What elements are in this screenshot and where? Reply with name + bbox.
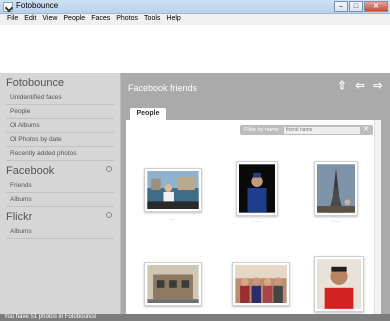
arrow-right-icon[interactable]: ⇨: [370, 80, 386, 92]
menu-people[interactable]: People: [60, 14, 88, 25]
app-icon: [3, 2, 13, 12]
sidebar-item-flickr-albums[interactable]: Albums: [6, 225, 114, 239]
menu-help[interactable]: Help: [163, 14, 183, 25]
app-window: Fotobounce – □ ✕ File Edit View People F…: [0, 0, 390, 321]
sidebar-item-albums[interactable]: Ol Albums: [6, 119, 114, 133]
sidebar-item-facebook-friends[interactable]: Friends: [6, 179, 114, 193]
sidebar-heading-facebook-label: Facebook: [6, 165, 55, 177]
photo-image: [317, 164, 355, 213]
sidebar-item-facebook-albums[interactable]: Albums: [6, 193, 114, 207]
arrow-left-icon[interactable]: ⇦: [352, 80, 368, 92]
sidebar-heading-flickr-label: Flickr: [6, 211, 33, 223]
menu-view[interactable]: View: [39, 14, 60, 25]
clear-icon[interactable]: ✕: [362, 126, 370, 134]
sync-icon[interactable]: [106, 166, 112, 172]
main-panel: Facebook friends ⇧ ⇦ ⇨ People Filter by …: [121, 73, 390, 314]
sidebar-item-people[interactable]: People: [6, 105, 114, 119]
photo-caption: -- ----: [331, 218, 341, 223]
menu-file[interactable]: File: [4, 14, 21, 25]
minimize-button[interactable]: –: [334, 1, 348, 12]
photo-caption: -- -- --: [251, 218, 263, 223]
sidebar-heading-fotobounce: Fotobounce: [6, 77, 65, 89]
page-title: Facebook friends: [128, 83, 198, 93]
status-bar: You have 51 photos in Fotobounce: [0, 314, 390, 321]
menu-faces[interactable]: Faces: [88, 14, 113, 25]
tab-people[interactable]: People: [130, 108, 166, 120]
title-bar: Fotobounce – □ ✕: [0, 0, 390, 14]
sidebar-heading-flickr: Flickr: [0, 207, 120, 225]
filter-label: Filter by name: [244, 127, 279, 133]
upload-icon[interactable]: ⇧: [334, 80, 350, 92]
sidebar-item-recently-added[interactable]: Recently added photos: [6, 147, 114, 161]
photo-image: [317, 259, 361, 309]
photo-thumbnail[interactable]: [236, 161, 278, 216]
menu-tools[interactable]: Tools: [141, 14, 163, 25]
photo-caption: -- -: [170, 216, 176, 221]
close-button[interactable]: ✕: [364, 1, 388, 12]
sidebar-heading-facebook: Facebook: [0, 161, 120, 179]
photo-image: [235, 265, 287, 303]
photo-grid: Filter by name ✕ -- -: [126, 120, 381, 314]
photo-thumbnail[interactable]: [232, 262, 290, 306]
sidebar-item-unidentified-faces[interactable]: Unidentified faces: [6, 91, 114, 105]
photo-thumbnail[interactable]: [144, 168, 202, 212]
photo-image: [239, 164, 275, 213]
maximize-button[interactable]: □: [349, 1, 363, 12]
photo-image: [147, 171, 199, 209]
menu-photos[interactable]: Photos: [113, 14, 141, 25]
photo-thumbnail[interactable]: [144, 262, 202, 306]
scrollbar[interactable]: [374, 120, 381, 314]
photo-image: [147, 265, 199, 303]
status-text: You have 51 photos in Fotobounce: [4, 314, 97, 320]
photo-thumbnail[interactable]: [314, 161, 358, 216]
sidebar: Fotobounce Unidentified faces People Ol …: [0, 73, 121, 314]
menu-bar: File Edit View People Faces Photos Tools…: [0, 14, 390, 25]
photo-thumbnail[interactable]: [314, 256, 364, 312]
window-title: Fotobounce: [16, 1, 59, 10]
filter-input[interactable]: [284, 126, 360, 134]
sync-icon[interactable]: [106, 212, 112, 218]
sidebar-item-photos-by-date[interactable]: Ol Photos by date: [6, 133, 114, 147]
menu-edit[interactable]: Edit: [21, 14, 39, 25]
filter-bar: Filter by name ✕: [240, 125, 373, 135]
